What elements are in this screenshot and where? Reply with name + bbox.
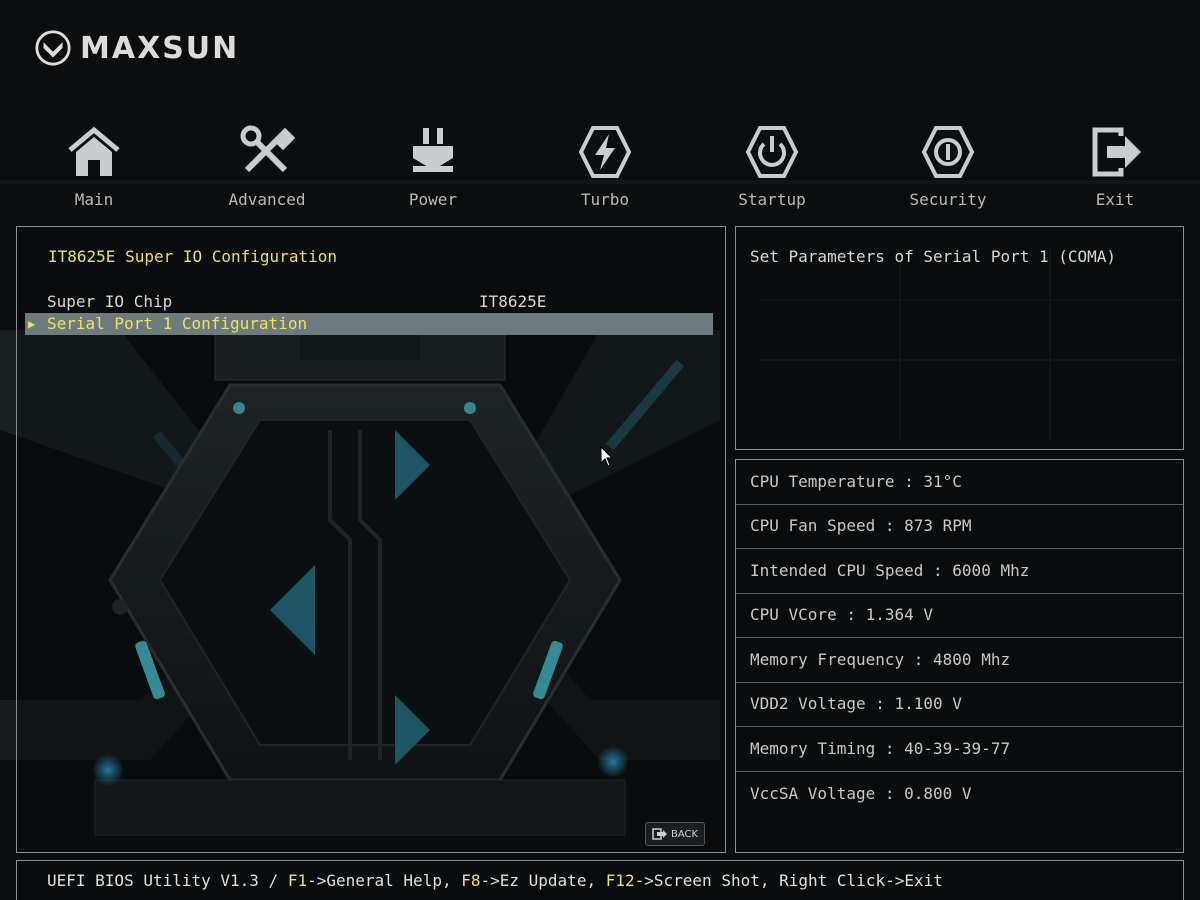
status-cpu-vcore: CPU VCore : 1.364 V — [736, 594, 1183, 638]
footer-prefix: UEFI BIOS Utility V1.3 / — [47, 871, 288, 890]
status-intended-cpu-speed: Intended CPU Speed : 6000 Mhz — [736, 549, 1183, 594]
status-memory-frequency: Memory Frequency : 4800 Mhz — [736, 638, 1183, 683]
nav-tab-label: Exit — [1095, 190, 1135, 209]
mouse-cursor-icon — [600, 446, 614, 467]
exit-icon — [1092, 127, 1141, 177]
back-arrow-icon — [652, 828, 667, 840]
nav-tab-label: Advanced — [228, 190, 306, 209]
turbo-bolt-icon — [578, 126, 632, 178]
tools-icon — [240, 125, 296, 173]
settings-panel: IT8625E Super IO Configuration Super IO … — [16, 226, 726, 853]
nav-tab-startup[interactable]: Startup — [712, 118, 832, 218]
nav-tab-advanced[interactable]: Advanced — [207, 118, 327, 218]
status-memory-timing: Memory Timing : 40-39-39-77 — [736, 727, 1183, 772]
nav-tab-label: Security — [909, 190, 987, 209]
power-plug-icon — [413, 128, 453, 172]
power-button-icon — [745, 126, 799, 178]
status-vccsa-voltage: VccSA Voltage : 0.800 V — [750, 783, 972, 803]
nav-tab-label: Turbo — [580, 190, 630, 209]
submenu-arrow-icon: ▶ — [28, 317, 36, 331]
hotkey-f12: F12 — [605, 871, 635, 890]
setting-row-super-io-chip: Super IO Chip IT8625E — [25, 291, 713, 313]
status-list: CPU Temperature : 31°C CPU Fan Speed : 8… — [736, 460, 1183, 816]
hotkey-f8-desc: ->Ez Update, — [480, 871, 606, 890]
maxsun-logo: MAXSUN — [34, 28, 239, 68]
help-panel: Set Parameters of Serial Port 1 (COMA) — [735, 226, 1184, 450]
setting-label: Super IO Chip — [47, 292, 173, 311]
top-nav: Main Advanced Power Turbo Startup Securi… — [0, 118, 1200, 218]
nav-tab-turbo[interactable]: Turbo — [545, 118, 665, 218]
hotkey-f12-desc: ->Screen Shot, Right Click->Exit — [634, 871, 943, 890]
brand-name: MAXSUN — [80, 30, 240, 66]
nav-tab-exit[interactable]: Exit — [1055, 118, 1175, 218]
status-cpu-fan-speed: CPU Fan Speed : 873 RPM — [736, 505, 1183, 549]
setting-label: Serial Port 1 Configuration — [47, 314, 308, 333]
nav-tab-label: Power — [408, 190, 458, 209]
nav-tab-security[interactable]: Security — [888, 118, 1008, 218]
status-vdd2-voltage: VDD2 Voltage : 1.100 V — [736, 683, 1183, 727]
nav-tab-main[interactable]: Main — [34, 118, 154, 218]
maxsun-logo-icon — [35, 30, 71, 66]
hardware-status-panel: CPU Temperature : 31°C CPU Fan Speed : 8… — [735, 459, 1184, 853]
submenu-serial-port-1-configuration[interactable]: ▶ Serial Port 1 Configuration — [25, 313, 713, 335]
footer-bar: UEFI BIOS Utility V1.3 / F1->General Hel… — [16, 860, 1184, 900]
nav-tab-label: Main — [74, 190, 114, 209]
help-text: Set Parameters of Serial Port 1 (COMA) — [750, 247, 1117, 266]
status-cpu-temperature: CPU Temperature : 31°C — [736, 460, 1183, 505]
back-button-label: BACK — [670, 828, 699, 840]
nav-tab-label: Startup — [738, 190, 806, 209]
home-icon — [68, 126, 120, 176]
hotkey-f1: F1 — [287, 871, 308, 890]
page-title: IT8625E Super IO Configuration — [48, 247, 337, 266]
hotkey-f1-desc: ->General Help, — [307, 871, 462, 890]
footer-hotkeys: UEFI BIOS Utility V1.3 / F1->General Hel… — [47, 871, 943, 890]
back-button[interactable]: BACK — [645, 822, 705, 846]
nav-tab-power[interactable]: Power — [373, 118, 493, 218]
setting-value: IT8625E — [479, 292, 547, 311]
shield-icon — [921, 126, 975, 178]
hotkey-f8: F8 — [461, 871, 481, 890]
